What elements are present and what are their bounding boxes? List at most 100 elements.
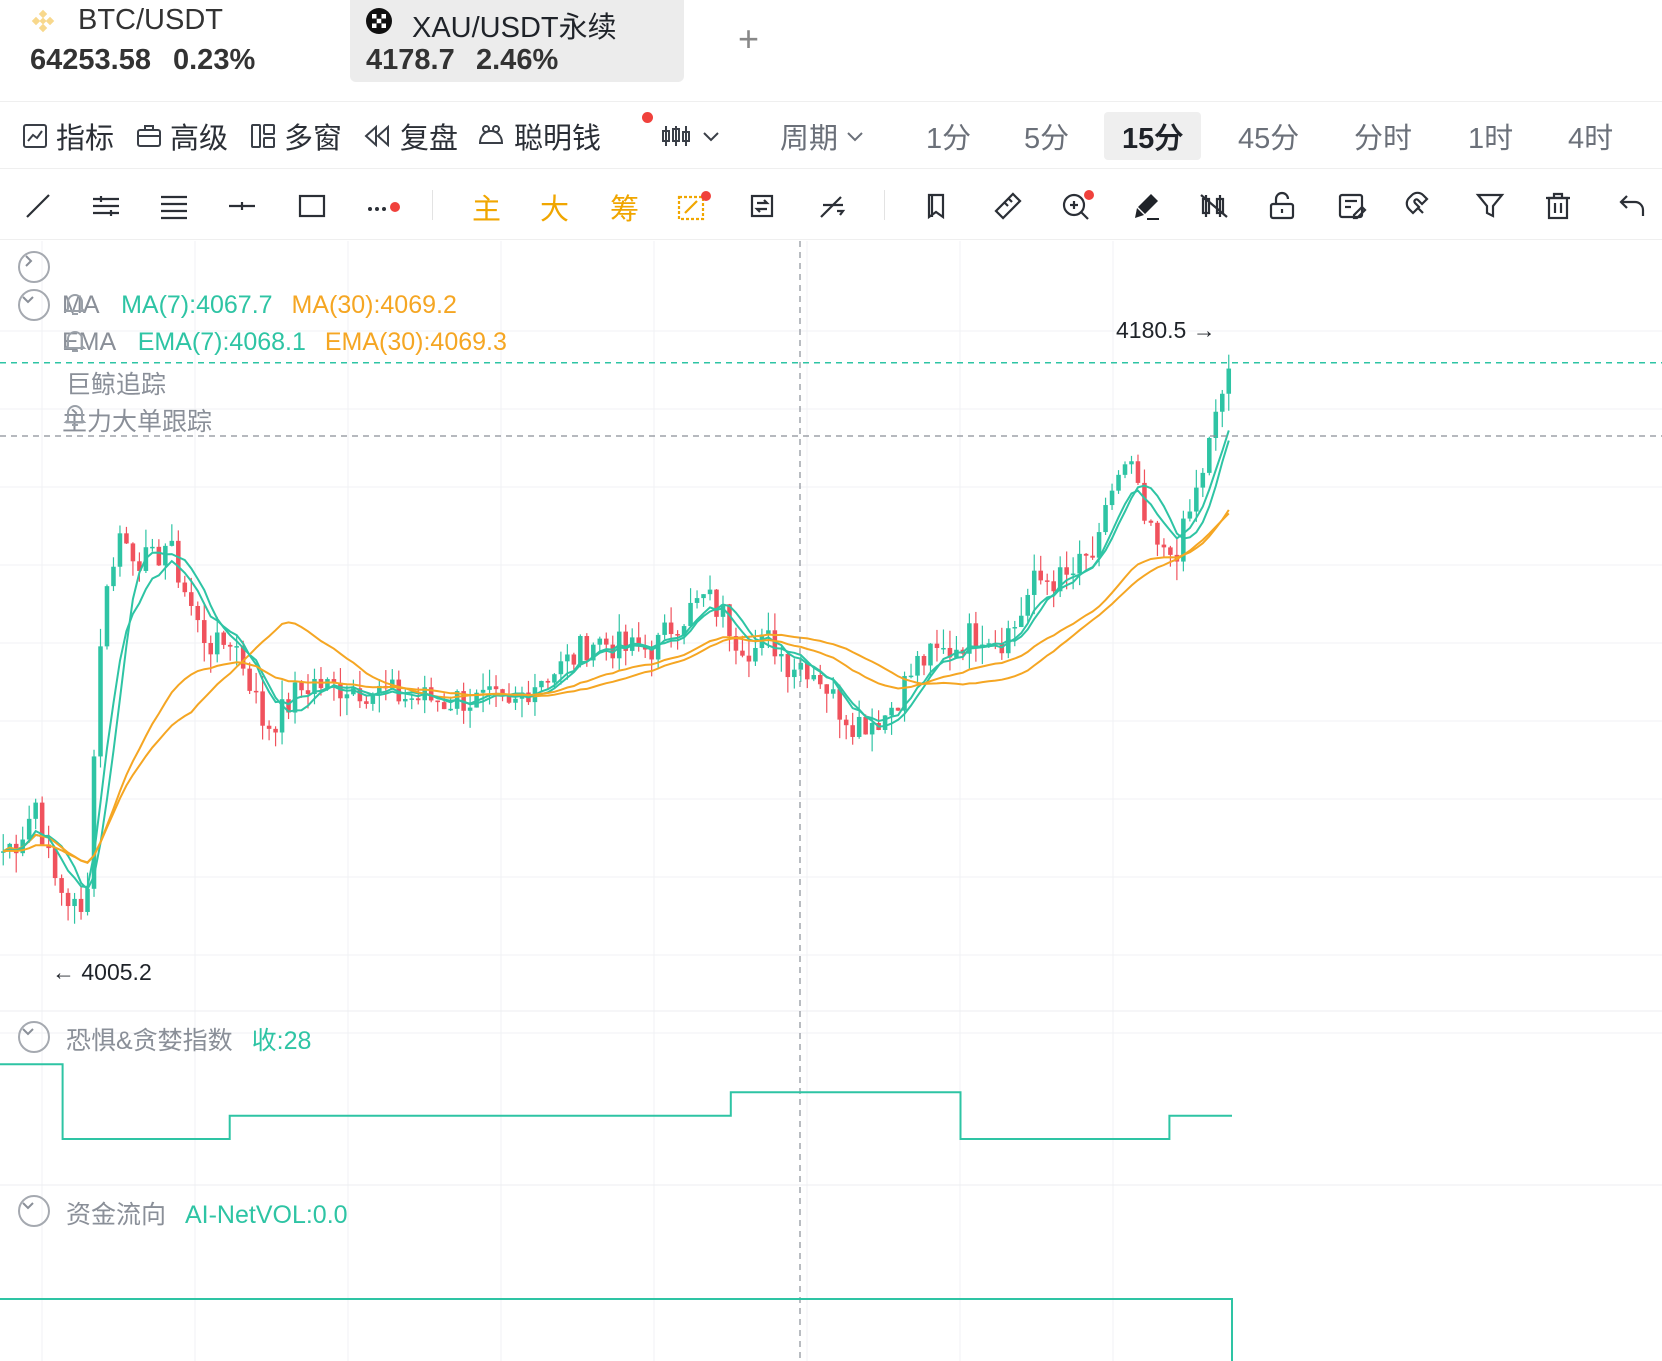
money-flow-value: AI-NetVOL:0.0: [184, 1201, 348, 1229]
ticker-name: XAU/USDT永续: [412, 12, 617, 44]
candle-body: [1220, 393, 1225, 412]
candle-body: [707, 589, 713, 595]
candle-body: [1142, 482, 1147, 521]
more-tools[interactable]: [364, 188, 400, 224]
add-tab-button[interactable]: +: [738, 18, 759, 60]
filter-tool[interactable]: [1472, 188, 1508, 224]
ticker-change: 0.23%: [173, 44, 256, 76]
collapse-money-flow-button[interactable]: [18, 1195, 50, 1227]
chip-distribution-toggle[interactable]: 筹: [610, 186, 639, 228]
zoom-in-icon: [1062, 190, 1094, 220]
measure-tool[interactable]: [814, 188, 850, 224]
period-15m[interactable]: 15分: [1104, 112, 1202, 160]
collapse-ma-button[interactable]: [18, 289, 50, 321]
candle-body: [1207, 437, 1212, 473]
sync-drawing-tool[interactable]: [744, 188, 780, 224]
ticker-tab-xau[interactable]: XAU/USDT永续 4178.7 2.46%: [350, 0, 684, 82]
candlestick-chart[interactable]: [0, 241, 1662, 1361]
fear-greed-legend[interactable]: 恐惧&贪婪指数 收:28: [66, 1021, 311, 1057]
notification-dot: [642, 112, 653, 123]
candle-body: [545, 680, 551, 683]
candle-body: [753, 647, 758, 662]
ema-legend[interactable]: EMA EMA(7):4068.1 EMA(30):4069.3: [62, 328, 507, 357]
candle-body: [889, 707, 894, 716]
chevron-down-icon: [847, 132, 863, 142]
candle-body: [1129, 461, 1134, 465]
period-1m[interactable]: 1分: [908, 112, 989, 160]
candle-body: [1077, 553, 1082, 574]
undo-button[interactable]: [1614, 188, 1650, 224]
channel-icon: [93, 196, 119, 216]
fib-tool[interactable]: [156, 188, 192, 224]
delete-tool[interactable]: [1540, 188, 1576, 224]
chart-area[interactable]: MA MA(7):4067.7 MA(30):4069.2 EMA EMA(7)…: [0, 241, 1662, 1361]
period-4h[interactable]: 4时: [1550, 112, 1631, 160]
period-dropdown[interactable]: 周期: [780, 116, 874, 156]
candle-body: [882, 715, 888, 730]
template-tool[interactable]: [1334, 188, 1370, 224]
advanced-button[interactable]: 高级: [136, 116, 228, 156]
chevron-down-icon: [703, 132, 719, 142]
replay-button[interactable]: 复盘: [362, 116, 458, 156]
big-order-toggle[interactable]: 大: [540, 186, 569, 228]
candle-body: [1044, 580, 1050, 582]
money-flow-legend[interactable]: 资金流向 AI-NetVOL:0.0: [66, 1195, 348, 1231]
undo-icon: [1619, 195, 1645, 216]
parallel-channel-tool[interactable]: [88, 188, 124, 224]
period-45m[interactable]: 45分: [1220, 112, 1317, 160]
ma30-line: [2, 512, 1230, 864]
period-1h[interactable]: 1时: [1450, 112, 1531, 160]
indicators-button[interactable]: 指标: [22, 116, 114, 156]
candle-body: [597, 638, 603, 645]
draw-edit-tool[interactable]: [676, 188, 712, 224]
candle-body: [1051, 581, 1056, 592]
candle-body: [746, 655, 752, 662]
candle-body: [344, 694, 350, 699]
trash-icon: [1546, 192, 1570, 220]
trend-line-tool[interactable]: [20, 188, 56, 224]
candle-body: [1116, 474, 1121, 491]
period-5m[interactable]: 5分: [1006, 112, 1087, 160]
candle-body: [1187, 511, 1193, 519]
candle-body: [539, 680, 544, 688]
chart-type-dropdown[interactable]: [660, 116, 730, 156]
ema7-value: EMA(7):4068.1: [137, 328, 306, 356]
horizontal-line-tool[interactable]: [224, 188, 260, 224]
candle-body: [662, 622, 667, 635]
candle-body: [565, 654, 570, 662]
ema30-value: EMA(30):4069.3: [324, 328, 507, 356]
rectangle-icon: [298, 194, 326, 218]
collapse-fear-greed-button[interactable]: [18, 1021, 50, 1053]
lock-tool[interactable]: [1264, 188, 1300, 224]
multi-window-button[interactable]: 多窗: [250, 116, 342, 156]
tool-separator: [884, 190, 885, 220]
big-order-legend[interactable]: 主力大单跟踪: [62, 402, 212, 438]
candle-body: [1213, 411, 1219, 438]
candle-body: [409, 698, 415, 700]
candle-body: [675, 634, 680, 636]
filter-icon: [1475, 193, 1505, 218]
main-chart-toggle[interactable]: 主: [472, 186, 501, 228]
whale-tracking-legend[interactable]: 巨鲸追踪: [66, 365, 166, 401]
candle-body: [513, 698, 518, 703]
bookmark-tool[interactable]: [920, 188, 956, 224]
period-timeline[interactable]: 分时: [1336, 112, 1430, 160]
magnet-tool[interactable]: [1402, 188, 1438, 224]
candle-body: [779, 654, 784, 657]
hide-drawings-tool[interactable]: [1196, 188, 1232, 224]
zoom-tool[interactable]: [1060, 188, 1096, 224]
ticker-tab-btc[interactable]: BTC/USDT 64253.58 0.23%: [0, 0, 330, 82]
expand-legend-button[interactable]: [18, 251, 50, 283]
brush-tool[interactable]: [1128, 188, 1164, 224]
candle-body: [837, 689, 842, 720]
ma7-line: [2, 440, 1230, 891]
smart-money-icon: [478, 125, 504, 144]
binance-icon: [31, 9, 55, 33]
candle-body: [104, 586, 110, 647]
ma-legend[interactable]: MA MA(7):4067.7 MA(30):4069.2: [62, 291, 457, 320]
candle-body: [584, 636, 590, 661]
smart-money-button[interactable]: 聪明钱: [476, 116, 601, 156]
ruler-tool[interactable]: [990, 188, 1026, 224]
rectangle-tool[interactable]: [294, 188, 330, 224]
candle-body: [843, 719, 849, 726]
